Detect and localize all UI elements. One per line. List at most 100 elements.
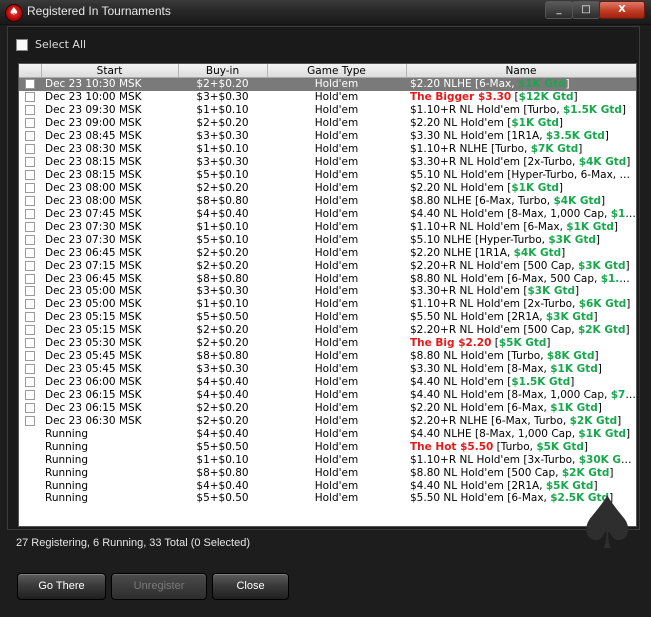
table-row[interactable]: Dec 23 08:00 MSK $8+$0.80 Hold'em $8.80 NLH… [19,194,636,207]
col-header-start[interactable]: Start [41,64,179,78]
name-text: $4.40 NL Hold'em [ [410,376,512,389]
table-row[interactable]: Dec 23 09:30 MSK $1+$0.10 Hold'em $1.10+R N… [19,104,636,117]
row-checkbox[interactable] [25,299,35,310]
row-checkbox[interactable] [25,312,35,323]
table-row[interactable]: Dec 23 06:15 MSK $2+$0.20 Hold'em $2.20 NL … [19,401,636,414]
name-text: ] [578,143,583,156]
row-checkbox[interactable] [25,338,35,349]
col-header-game-type[interactable]: Game Type [267,64,407,78]
table-row[interactable]: Running $4+$0.40 Hold'em $4.40 NL Hold'em [… [19,479,636,492]
table-row[interactable]: Dec 23 09:00 MSK $2+$0.20 Hold'em $2.20 NL … [19,117,636,130]
col-header-buyin[interactable]: Buy-in [178,64,268,78]
table-row[interactable]: Dec 23 07:45 MSK $4+$0.40 Hold'em $4.40 NL … [19,207,636,220]
row-checkbox[interactable] [25,131,35,142]
buyin-cell: $5+$0.50 [196,311,249,324]
row-checkbox[interactable] [25,247,35,258]
table-row[interactable]: Running $1+$0.10 Hold'em $1.10+R NL Hold'em… [19,453,636,466]
row-checkbox[interactable] [25,415,35,426]
table-row[interactable]: Dec 23 06:45 MSK $2+$0.20 Hold'em $2.20 NLH… [19,246,636,259]
minimize-button[interactable]: _ [545,1,573,19]
row-checkbox[interactable] [25,377,35,388]
row-checkbox[interactable] [25,325,35,336]
row-checkbox[interactable] [25,79,35,90]
name-cell: $5.10 NLHE [Hyper-Turbo, $3K Gtd] [406,233,636,246]
row-checkbox[interactable] [25,208,35,219]
close-button[interactable]: Close [212,573,289,600]
row-checkbox[interactable] [25,221,35,232]
col-header-select[interactable] [19,64,42,78]
row-checkbox[interactable] [25,182,35,193]
row-checkbox[interactable] [25,260,35,271]
game-type-cell: Hold'em [314,427,359,440]
row-checkbox-cell [19,453,41,466]
guarantee-text: $1K Gtd [550,363,598,376]
table-row[interactable]: Dec 23 10:30 MSK $2+$0.20 Hold'em $2.20 NLH… [19,77,636,91]
table-row[interactable]: Dec 23 06:30 MSK $2+$0.20 Hold'em $2.20+R N… [19,414,636,427]
table-row[interactable]: Dec 23 08:15 MSK $5+$0.10 Hold'em $5.10 NL … [19,169,636,182]
table-row[interactable]: Running $5+$0.50 Hold'em The Hot $5.50 [Tur… [19,440,636,453]
name-text: ] [597,401,602,414]
main-panel: Select All Start Buy-in Game Type Name D… [7,26,640,530]
title-bar[interactable]: Registered In Tournaments _ □ X [0,0,651,25]
table-row[interactable]: Dec 23 06:45 MSK $8+$0.80 Hold'em $8.80 NL … [19,272,636,285]
tournament-table[interactable]: Start Buy-in Game Type Name Dec 23 10:30… [18,63,637,527]
table-row[interactable]: Dec 23 08:30 MSK $1+$0.10 Hold'em $1.10+R N… [19,143,636,156]
row-checkbox[interactable] [25,389,35,400]
table-row[interactable]: Dec 23 06:00 MSK $4+$0.40 Hold'em $4.40 NL … [19,376,636,389]
table-row[interactable]: Dec 23 10:00 MSK $3+$0.30 Hold'em The Bigge… [19,91,636,104]
table-row[interactable]: Dec 23 05:15 MSK $5+$0.50 Hold'em $5.50 NL … [19,311,636,324]
guarantee-text: $5K Gtd [498,337,547,350]
close-window-button[interactable]: X [599,1,645,19]
table-row[interactable]: Dec 23 06:15 MSK $4+$0.40 Hold'em $4.40 NL … [19,389,636,402]
name-text: ] [593,311,598,324]
row-checkbox[interactable] [25,351,35,362]
row-checkbox[interactable] [25,273,35,284]
row-checkbox[interactable] [25,157,35,168]
name-text: ] [621,104,626,117]
select-all-checkbox[interactable] [16,39,28,51]
table-row[interactable]: Dec 23 05:30 MSK $2+$0.20 Hold'em The Big $… [19,337,636,350]
start-cell: Dec 23 09:00 MSK [45,117,142,130]
row-checkbox[interactable] [25,144,35,155]
table-row[interactable]: Dec 23 08:45 MSK $3+$0.30 Hold'em $3.30 NL … [19,130,636,143]
maximize-button[interactable]: □ [572,1,600,19]
table-row[interactable]: Dec 23 05:15 MSK $2+$0.20 Hold'em $2.20+R N… [19,324,636,337]
row-checkbox[interactable] [25,118,35,129]
table-row[interactable]: Dec 23 05:00 MSK $3+$0.30 Hold'em $3.30+R N… [19,285,636,298]
name-cell: $2.20 NLHE [1R1A, $4K Gtd] [406,246,636,259]
row-checkbox[interactable] [25,286,35,297]
table-row[interactable]: Dec 23 08:00 MSK $2+$0.20 Hold'em $2.20 NL … [19,182,636,195]
row-checkbox-cell [19,246,41,259]
row-checkbox[interactable] [25,92,35,103]
table-row[interactable]: Dec 23 07:15 MSK $2+$0.20 Hold'em $2.20+R N… [19,259,636,272]
game-type-cell: Hold'em [314,401,359,414]
table-row[interactable]: Running $5+$0.50 Hold'em $5.50 NL Hold'em [… [19,492,636,505]
table-row[interactable]: Running $8+$0.80 Hold'em $8.80 NL Hold'em [… [19,466,636,479]
table-row[interactable]: Dec 23 08:15 MSK $3+$0.30 Hold'em $3.30+R N… [19,156,636,169]
buyin-cell: $2+$0.20 [196,117,249,130]
game-type-cell: Hold'em [314,259,359,272]
unregister-button[interactable]: Unregister [111,573,207,600]
row-checkbox[interactable] [25,170,35,181]
buyin-cell: $3+$0.30 [196,156,249,169]
name-text: $1.10+R NL Hold'em [2x-Turbo, [410,298,579,311]
start-cell: Dec 23 05:00 MSK [45,285,142,298]
table-row[interactable]: Dec 23 05:45 MSK $8+$0.80 Hold'em $8.80 NL … [19,350,636,363]
table-row[interactable]: Dec 23 07:30 MSK $1+$0.10 Hold'em $1.10+R N… [19,220,636,233]
row-checkbox[interactable] [25,402,35,413]
select-all[interactable]: Select All [16,38,86,51]
table-row[interactable]: Dec 23 05:00 MSK $1+$0.10 Hold'em $1.10+R N… [19,298,636,311]
row-checkbox[interactable] [25,195,35,206]
name-text: $2.20 NLHE [6-Max, [410,78,518,91]
game-type-cell: Hold'em [314,169,359,182]
buyin-cell: $2+$0.20 [196,181,249,194]
row-checkbox[interactable] [25,234,35,245]
table-row[interactable]: Dec 23 05:45 MSK $3+$0.30 Hold'em $3.30 NL … [19,363,636,376]
col-header-name[interactable]: Name [406,64,636,78]
row-checkbox[interactable] [25,364,35,375]
row-checkbox[interactable] [25,105,35,116]
row-checkbox-cell [19,350,41,363]
table-row[interactable]: Dec 23 07:30 MSK $5+$0.10 Hold'em $5.10 NLH… [19,233,636,246]
table-row[interactable]: Running $4+$0.40 Hold'em $4.40 NLHE [8-Max,… [19,427,636,440]
go-there-button[interactable]: Go There [17,573,106,600]
